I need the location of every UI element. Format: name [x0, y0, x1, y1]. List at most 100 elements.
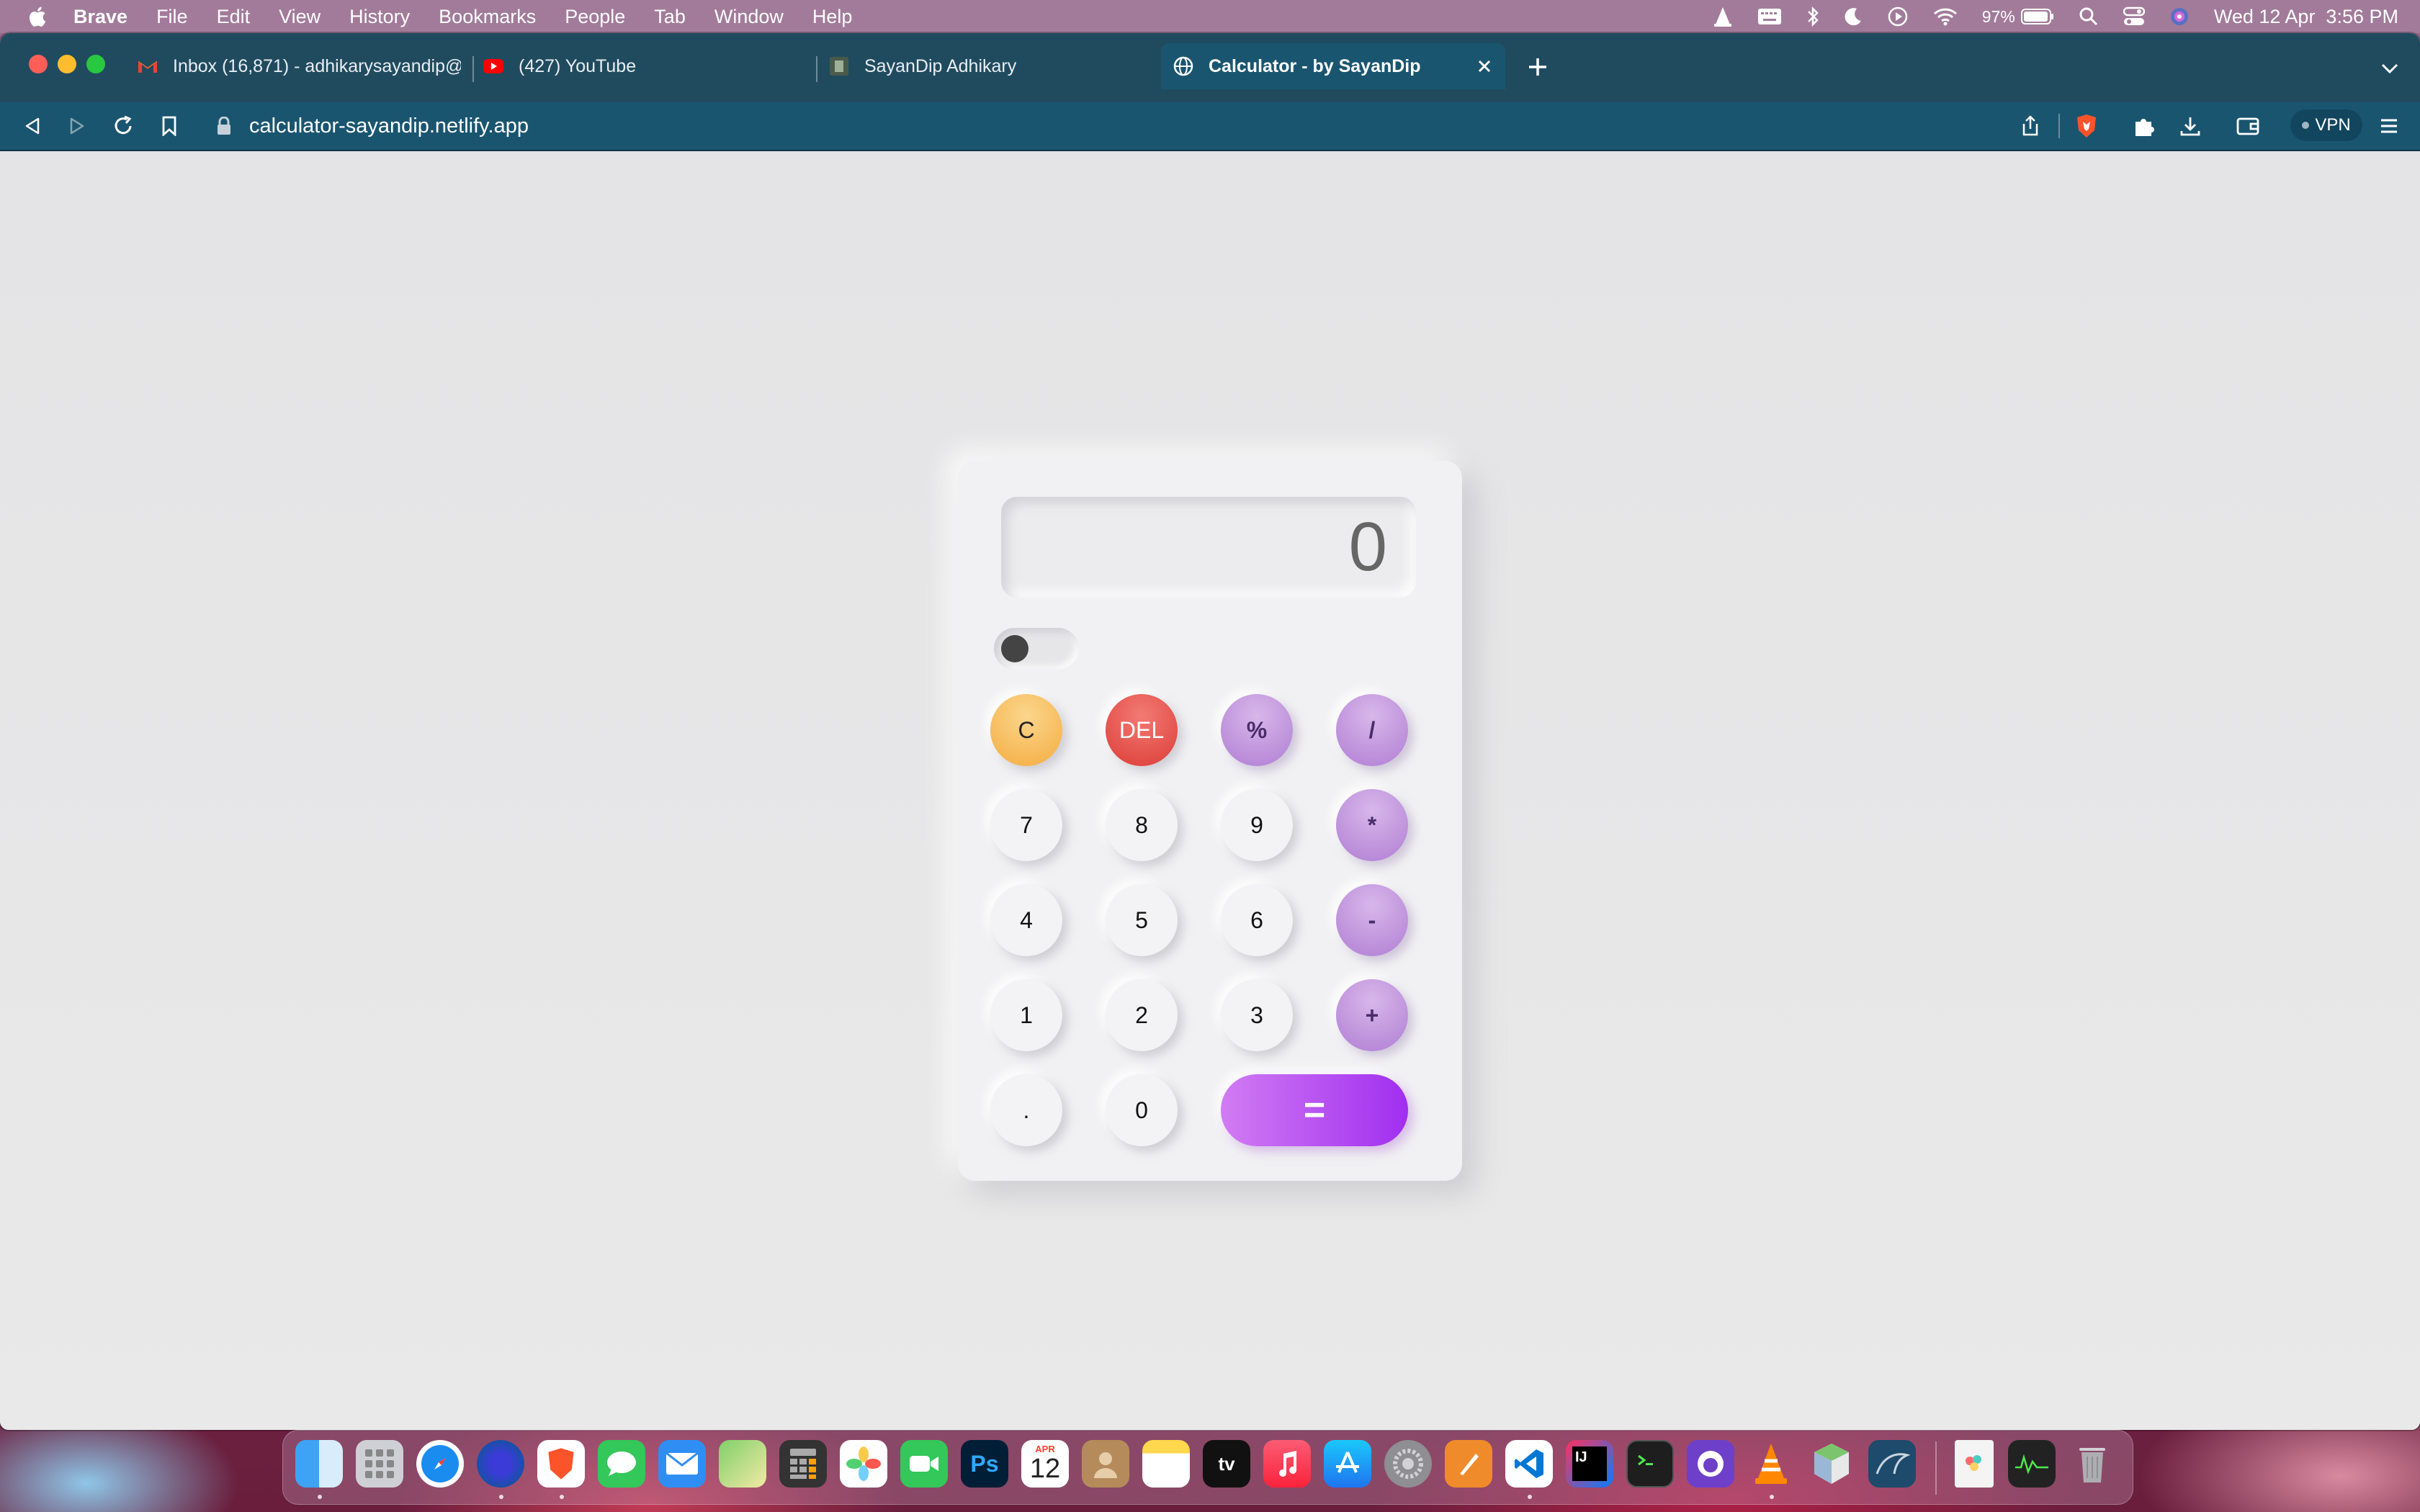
spotlight-search-icon[interactable] [2079, 6, 2099, 27]
main-menu-icon[interactable] [2375, 112, 2403, 140]
address-bar[interactable]: calculator-sayandip.netlify.app [216, 108, 529, 144]
clear-button[interactable]: C [990, 694, 1062, 766]
menu-bookmarks[interactable]: Bookmarks [439, 6, 536, 28]
equals-button[interactable]: = [1221, 1074, 1408, 1146]
maps-icon[interactable] [719, 1440, 766, 1488]
tab-calculator[interactable]: Calculator - by SayanDip [1161, 43, 1505, 89]
tab-list-chevron-icon[interactable] [2377, 58, 2403, 79]
lock-icon [218, 117, 230, 135]
finder-icon[interactable] [295, 1440, 343, 1488]
control-center-icon[interactable] [2123, 6, 2145, 27]
menu-view[interactable]: View [279, 6, 321, 28]
digit-8-button[interactable]: 8 [1106, 789, 1178, 861]
github-desktop-icon[interactable] [1687, 1440, 1734, 1488]
digit-9-button[interactable]: 9 [1221, 789, 1293, 861]
minus-button[interactable]: - [1336, 884, 1408, 956]
minimize-window-button[interactable] [58, 55, 76, 73]
multiply-button[interactable]: * [1336, 789, 1408, 861]
vscode-icon[interactable] [1505, 1440, 1553, 1488]
close-window-button[interactable] [29, 55, 48, 73]
app-store-icon[interactable] [1324, 1440, 1371, 1488]
tab-gmail[interactable]: Inbox (16,871) - adhikarysayandip@ [137, 43, 461, 89]
launchpad-icon[interactable] [356, 1440, 403, 1488]
menu-app-name[interactable]: Brave [73, 6, 127, 28]
divide-button[interactable]: / [1336, 694, 1408, 766]
downloads-icon[interactable] [2177, 112, 2204, 140]
vlc-menu-icon[interactable] [1713, 6, 1733, 27]
theme-toggle[interactable] [994, 628, 1079, 670]
menu-file[interactable]: File [156, 6, 188, 28]
digit-3-button[interactable]: 3 [1221, 979, 1293, 1051]
digit-0-button[interactable]: 0 [1106, 1074, 1178, 1146]
dock-divider [1935, 1441, 1937, 1495]
digit-2-button[interactable]: 2 [1106, 979, 1178, 1051]
calendar-icon[interactable]: APR 12 [1021, 1440, 1069, 1488]
tab-youtube[interactable]: (427) YouTube [483, 43, 785, 89]
menu-tab[interactable]: Tab [654, 6, 686, 28]
pages-icon[interactable] [1445, 1440, 1492, 1488]
menu-clock[interactable]: Wed 12 Apr 3:56 PM [2214, 6, 2398, 28]
play-circle-icon[interactable] [1887, 6, 1909, 27]
digit-4-button[interactable]: 4 [990, 884, 1062, 956]
menu-window[interactable]: Window [714, 6, 784, 28]
wallet-icon[interactable] [2234, 112, 2262, 140]
delete-button[interactable]: DEL [1106, 694, 1178, 766]
wifi-icon[interactable] [1933, 7, 1958, 26]
plus-button[interactable]: + [1336, 979, 1408, 1051]
new-tab-button[interactable] [1523, 52, 1553, 82]
apple-tv-icon[interactable]: tv [1203, 1440, 1250, 1488]
notes-icon[interactable] [1142, 1440, 1190, 1488]
bluetooth-icon[interactable] [1806, 6, 1819, 27]
moon-icon[interactable] [1844, 6, 1863, 27]
digit-1-button[interactable]: 1 [990, 979, 1062, 1051]
siri-icon[interactable] [2169, 6, 2190, 27]
share-icon[interactable] [2017, 112, 2044, 140]
intellij-icon[interactable]: IJ [1566, 1440, 1613, 1488]
percent-button[interactable]: % [1221, 694, 1293, 766]
vlc-icon[interactable] [1747, 1440, 1795, 1488]
facetime-icon[interactable] [900, 1440, 948, 1488]
mail-icon[interactable] [658, 1440, 706, 1488]
music-icon[interactable] [1263, 1440, 1311, 1488]
back-button[interactable] [19, 112, 46, 140]
brave-shields-icon[interactable] [2073, 112, 2100, 140]
maximize-window-button[interactable] [86, 55, 105, 73]
calculator-app-icon[interactable] [779, 1440, 827, 1488]
digit-7-button[interactable]: 7 [990, 789, 1062, 861]
keyboard-menu-icon[interactable] [1757, 8, 1782, 25]
browser-window: Inbox (16,871) - adhikarysayandip@ (427)… [0, 33, 2420, 1430]
mysql-workbench-icon[interactable] [1868, 1440, 1916, 1488]
forward-button[interactable] [63, 112, 91, 140]
url-text: calculator-sayandip.netlify.app [249, 114, 529, 138]
photos-icon[interactable] [840, 1440, 887, 1488]
digit-5-button[interactable]: 5 [1106, 884, 1178, 956]
menu-history[interactable]: History [349, 6, 410, 28]
tab-title: SayanDip Adhikary [864, 55, 1017, 76]
messages-icon[interactable] [598, 1440, 645, 1488]
menu-people[interactable]: People [565, 6, 625, 28]
decimal-button[interactable]: . [990, 1074, 1062, 1146]
system-settings-icon[interactable] [1384, 1440, 1432, 1488]
brave-icon[interactable] [537, 1440, 585, 1488]
firefox-icon[interactable] [477, 1440, 524, 1488]
battery-icon[interactable] [2020, 9, 2054, 24]
trash-icon[interactable] [2069, 1440, 2116, 1488]
extensions-icon[interactable] [2130, 112, 2158, 140]
photoshop-icon[interactable]: Ps [961, 1440, 1008, 1488]
terminal-icon[interactable] [1626, 1440, 1674, 1488]
tab-sayandip[interactable]: SayanDip Adhikary [828, 43, 1131, 89]
menu-help[interactable]: Help [812, 6, 853, 28]
safari-icon[interactable] [416, 1440, 464, 1488]
toggle-knob [1001, 635, 1028, 662]
xmp-file-icon[interactable] [1955, 1440, 1994, 1488]
vpn-button[interactable]: VPN [2290, 109, 2362, 141]
reload-button[interactable] [109, 112, 137, 140]
tab-close-icon[interactable] [1474, 55, 1495, 77]
contacts-icon[interactable] [1082, 1440, 1129, 1488]
digit-6-button[interactable]: 6 [1221, 884, 1293, 956]
activity-monitor-icon[interactable] [2008, 1440, 2056, 1488]
apple-logo-icon[interactable] [26, 5, 48, 28]
bookmark-button[interactable] [156, 112, 183, 140]
box-app-icon[interactable] [1808, 1440, 1855, 1488]
menu-edit[interactable]: Edit [217, 6, 251, 28]
